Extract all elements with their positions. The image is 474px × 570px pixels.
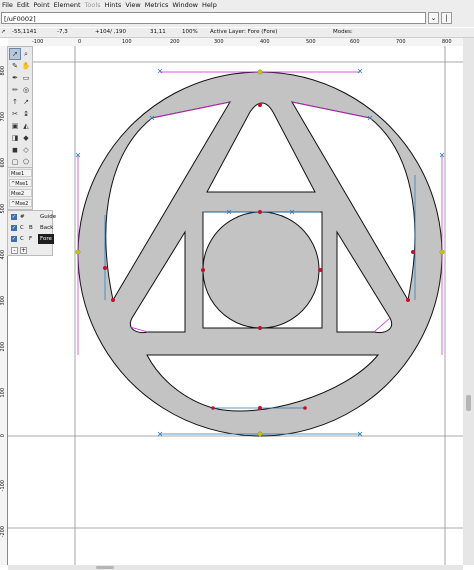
scale-icon[interactable]: ▣ — [10, 121, 20, 131]
menu-help[interactable]: Help — [200, 0, 219, 10]
pointer-arrow-icon: ➚ — [1, 29, 6, 35]
delta-readout: +104/ ,190 — [95, 29, 126, 35]
zoom-level: 100% — [182, 29, 198, 35]
menu-tools[interactable]: Tools — [83, 0, 103, 10]
rotate-3d-icon[interactable]: ◼ — [10, 145, 20, 155]
spiro-icon[interactable]: ▭ — [21, 73, 31, 83]
ruler-tick: 400 — [0, 250, 6, 260]
ruler-tick: 100 — [0, 388, 6, 398]
layer-name: Guide — [40, 214, 57, 220]
horizontal-scrollbar[interactable] — [8, 565, 463, 570]
rotate-icon[interactable]: ◭ — [21, 121, 31, 131]
menu-metrics[interactable]: Metrics — [143, 0, 171, 10]
layer-visible-checkbox[interactable]: ✓ — [11, 236, 17, 242]
pointer-icon[interactable]: ➚ — [9, 48, 21, 60]
curve-point-icon[interactable]: ✏ — [10, 85, 20, 95]
mouse1-tool[interactable]: Mse1 — [9, 169, 32, 177]
layer-type: C — [20, 236, 24, 242]
ruler-tick: 100 — [122, 39, 132, 45]
menu-point[interactable]: Point — [31, 0, 51, 10]
active-layer-label: Active Layer: Fore (Fore) — [210, 29, 278, 35]
layer-visible-checkbox[interactable]: ✓ — [11, 225, 17, 231]
ruler-tick: 700 — [0, 112, 6, 122]
magnify-icon[interactable]: ⌕ — [21, 49, 31, 59]
glyph-dropdown-button[interactable]: ⌄ — [428, 12, 439, 24]
layer-type: # — [20, 214, 25, 220]
mouse2-tool[interactable]: Mse2 — [9, 189, 32, 197]
layer-type: C — [20, 225, 24, 231]
layer-order: B — [29, 225, 33, 231]
polygon-icon[interactable]: ⬠ — [21, 157, 31, 167]
layer-row-back[interactable]: ✓ C B Back — [9, 223, 53, 233]
skew-icon[interactable]: ◆ — [21, 133, 31, 143]
menu-window[interactable]: Window — [170, 0, 200, 10]
point-position: -7,3 — [57, 29, 68, 35]
modes-label: Modes: — [333, 29, 353, 35]
glyph-name-field[interactable]: [/uF0002] — [1, 12, 426, 24]
vertical-scrollbar[interactable] — [463, 38, 474, 565]
menu-file[interactable]: File — [0, 0, 15, 10]
ruler-tick: -100 — [0, 480, 6, 492]
info-bar: ➚ -55,1141 -7,3 +104/ ,190 31,11 100% Ac… — [0, 28, 474, 38]
glyph-name-bar: [/uF0002] ⌄ | — [0, 10, 474, 27]
layer-row-fore[interactable]: ✓ C F Fore — [9, 234, 54, 244]
ruler-tick: 500 — [306, 39, 316, 45]
ruler-tick: 600 — [350, 39, 360, 45]
ruler-tick: -200 — [0, 526, 6, 538]
start-point — [257, 69, 263, 75]
distance-readout: 31,11 — [150, 29, 166, 35]
layer-name: Back — [40, 225, 54, 231]
add-layer-button[interactable]: + — [20, 247, 27, 254]
layer-order: F — [29, 236, 33, 242]
hv-curve-point-icon[interactable]: ◎ — [21, 85, 31, 95]
ruler-tick: 0 — [0, 434, 6, 438]
glyph-outline-view[interactable] — [8, 46, 463, 565]
freehand-icon[interactable]: ✎ — [10, 61, 20, 71]
glyph-shape — [77, 71, 443, 437]
ruler-tick: 200 — [170, 39, 180, 45]
layer-row-guide[interactable]: ✓ # Guide — [9, 212, 56, 222]
flip-icon[interactable]: ◨ — [10, 133, 20, 143]
ruler-tick: 300 — [214, 39, 224, 45]
ruler-tick: 300 — [0, 296, 6, 306]
menu-hints[interactable]: Hints — [103, 0, 124, 10]
mouse-button-panel: Mse1 ^Mse1 Mse2 ^Mse2 — [7, 167, 33, 210]
ctrl-mouse1-tool[interactable]: ^Mse1 — [9, 179, 32, 187]
scroll-icon[interactable]: ✋ — [21, 61, 31, 71]
corner-point-icon[interactable]: ↑ — [10, 97, 20, 107]
ruler-tick: 800 — [442, 39, 452, 45]
ctrl-mouse2-tool[interactable]: ^Mse2 — [9, 199, 32, 207]
perspective-icon[interactable]: ◇ — [21, 145, 31, 155]
ruler-tick: 0 — [78, 39, 82, 45]
ruler-tick: 200 — [0, 342, 6, 352]
ruler-tick: 600 — [0, 158, 6, 168]
horizontal-scroll-thumb[interactable] — [96, 566, 114, 569]
remove-layer-button[interactable]: - — [11, 247, 18, 254]
cursor-position: -55,1141 — [12, 29, 37, 35]
tangent-point-icon[interactable]: ↗ — [21, 97, 31, 107]
ruler-tick: 500 — [0, 204, 6, 214]
ruler-tick: -100 — [32, 39, 44, 45]
layers-palette: ✓ # Guide ✓ C B Back ✓ C F Fore - + — [7, 210, 56, 256]
knife-icon[interactable]: ✂ — [10, 109, 20, 119]
ruler-tick: 800 — [0, 66, 6, 76]
next-glyph-button[interactable]: | — [441, 12, 452, 24]
rectangle-icon[interactable]: ▢ — [10, 157, 20, 167]
tools-palette: ➚ ⌕ ✎ ✋ ✒ ▭ ✏ ◎ ↑ ↗ ✂ ↨ ▣ ◭ ◨ ◆ ◼ ◇ ▢ ⬠ — [7, 46, 33, 178]
ruler-tick: 400 — [260, 39, 270, 45]
layer-visible-checkbox[interactable]: ✓ — [11, 214, 17, 220]
menu-view[interactable]: View — [123, 0, 142, 10]
menu-edit[interactable]: Edit — [15, 0, 32, 10]
ruler-icon[interactable]: ↨ — [21, 109, 31, 119]
layer-name: Fore — [38, 234, 54, 244]
ruler-tick: 700 — [396, 39, 406, 45]
vertical-scroll-thumb[interactable] — [466, 395, 471, 411]
menu-element[interactable]: Element — [52, 0, 83, 10]
glyph-canvas[interactable] — [8, 46, 463, 565]
pen-icon[interactable]: ✒ — [10, 73, 20, 83]
